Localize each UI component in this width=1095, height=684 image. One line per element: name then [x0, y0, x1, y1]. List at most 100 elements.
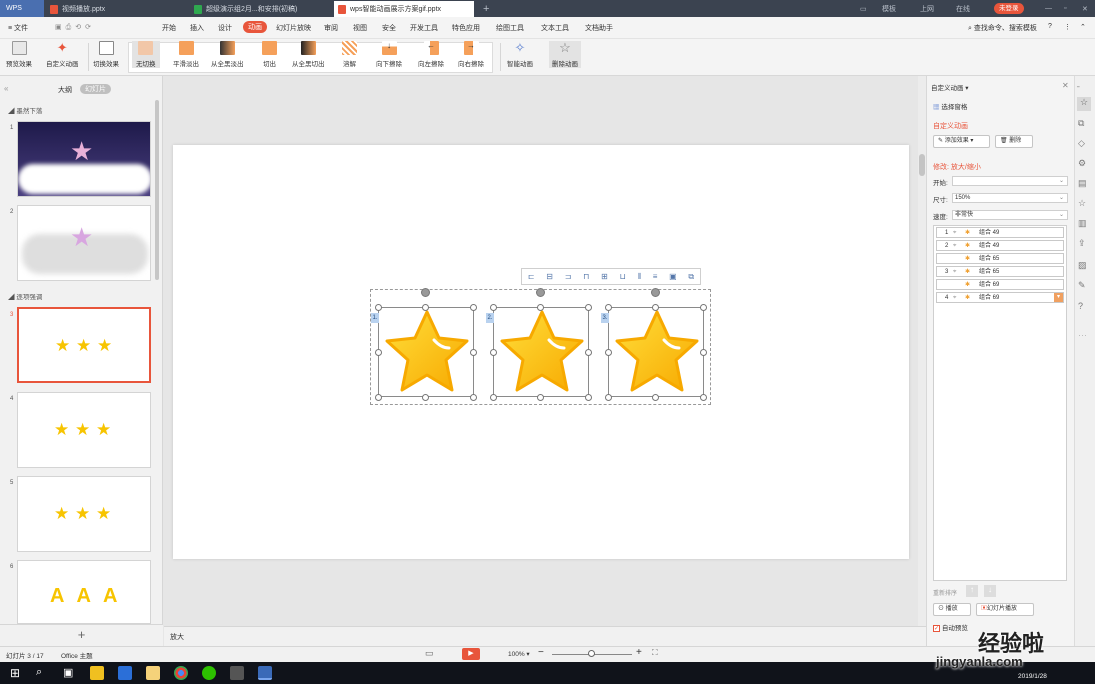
view-normal-icon[interactable]: ▭ — [425, 648, 434, 659]
copy-icon[interactable]: ⧉ — [1078, 118, 1084, 129]
menu-special[interactable]: 特色应用 — [452, 23, 480, 33]
picture-icon[interactable]: ▤ — [1078, 178, 1087, 189]
align-top-icon[interactable]: ⊓ — [583, 272, 589, 281]
distribute-h-icon[interactable]: ⫴ — [638, 272, 641, 282]
resize-handle[interactable] — [422, 394, 429, 401]
zoom-out-icon[interactable]: − — [538, 647, 544, 658]
star-shape-1[interactable] — [378, 307, 474, 397]
quick-access-icons[interactable]: ▣⎙⟲⟳ — [55, 23, 95, 32]
slide-thumbnail-5[interactable]: ★ ★ ★ — [17, 476, 151, 552]
thumbnail-scrollbar[interactable] — [155, 100, 159, 280]
resize-handle[interactable] — [585, 394, 592, 401]
more-align-icon[interactable]: ⧉ — [688, 272, 694, 282]
rotate-handle[interactable] — [421, 288, 430, 297]
resize-handle[interactable] — [490, 349, 497, 356]
align-middle-icon[interactable]: ⊞ — [601, 272, 608, 281]
resize-handle[interactable] — [605, 304, 612, 311]
wps-home-tab[interactable]: WPS — [0, 0, 44, 17]
resize-handle[interactable] — [470, 394, 477, 401]
resize-handle[interactable] — [490, 304, 497, 311]
resize-handle[interactable] — [375, 349, 382, 356]
login-button[interactable]: 未登录 — [994, 3, 1024, 14]
add-effect-button[interactable]: ✎ 添加效果 ▾ — [933, 135, 990, 148]
align-center-icon[interactable]: ⊟ — [546, 272, 553, 281]
delete-animation-button[interactable]: ☆ 删除动画 — [549, 41, 581, 68]
slide-thumbnail-1[interactable]: ★ — [17, 121, 151, 197]
animation-star-icon[interactable]: ☆ — [1077, 97, 1091, 111]
image-icon[interactable]: ▨ — [1078, 260, 1087, 271]
auto-preview-checkbox[interactable]: ✓ 自动预览 — [933, 622, 968, 632]
rotate-handle[interactable] — [651, 288, 660, 297]
more-icon[interactable]: ⋮ — [1064, 23, 1071, 31]
play-button[interactable]: ⊙ 播放 — [933, 603, 971, 616]
zoom-slider-thumb[interactable] — [588, 650, 595, 657]
menu-start[interactable]: 开始 — [162, 23, 176, 33]
star-shape-3[interactable] — [608, 307, 704, 397]
start-select[interactable]: ⌄ — [952, 176, 1068, 186]
star-outline-icon[interactable]: ☆ — [1078, 198, 1086, 209]
canvas-scrollbar[interactable] — [918, 76, 926, 626]
menu-review[interactable]: 审阅 — [324, 23, 338, 33]
custom-animation-button[interactable]: ✦ 自定义动画 — [46, 41, 79, 69]
menu-insert[interactable]: 插入 — [190, 23, 204, 33]
menu-devtools[interactable]: 开发工具 — [410, 23, 438, 33]
resize-handle[interactable] — [470, 349, 477, 356]
menu-view[interactable]: 视图 — [353, 23, 367, 33]
menu-design[interactable]: 设计 — [218, 23, 232, 33]
animation-list-item[interactable]: ✱ 组合 69 — [936, 279, 1064, 290]
chrome-icon[interactable] — [174, 666, 188, 680]
slides-tab[interactable]: 幻灯片 — [80, 84, 111, 94]
new-tab-icon[interactable]: + — [483, 0, 489, 17]
transition-effect-button[interactable]: 切换效果 — [93, 41, 119, 68]
shape-icon[interactable]: ◇ — [1078, 138, 1085, 149]
app-icon[interactable] — [118, 666, 132, 680]
transition-cut[interactable]: 切出 — [262, 41, 277, 68]
zoom-level[interactable]: 100% ▾ — [508, 650, 530, 658]
menu-slideshow[interactable]: 幻灯片放映 — [276, 23, 311, 33]
restore-icon[interactable]: ▫ — [1064, 0, 1066, 17]
collapse-panel-icon[interactable]: « — [4, 84, 8, 93]
group-icon[interactable]: ▣ — [669, 272, 677, 281]
section-header[interactable]: ◢ 墨然下落 — [8, 105, 42, 115]
delete-effect-button[interactable]: 🗑 删除 — [995, 135, 1033, 148]
online-link[interactable]: 在线 — [956, 0, 970, 17]
preview-button[interactable]: 预览效果 — [6, 41, 32, 68]
transition-fade-black[interactable]: 从全黑淡出 — [211, 41, 244, 68]
slide-thumbnail-2[interactable]: ★ — [17, 205, 151, 281]
sidebar-menu-icon[interactable]: ⁃ — [1076, 82, 1081, 93]
transition-wipe-down[interactable]: ↓ 向下擦除 — [376, 41, 402, 68]
section-header[interactable]: ◢ 逐项强调 — [8, 291, 42, 301]
animation-list-item[interactable]: 1 ⌖ ✱ 组合 49 — [936, 227, 1064, 238]
resize-handle[interactable] — [700, 394, 707, 401]
task-view-icon[interactable]: ▣ — [63, 666, 73, 679]
document-tab-3[interactable]: wps智能动画展示方案gif.pptx — [334, 1, 474, 17]
slide-thumbnail-4[interactable]: ★ ★ ★ — [17, 392, 151, 468]
resize-handle[interactable] — [375, 394, 382, 401]
rotate-handle[interactable] — [536, 288, 545, 297]
app-icon[interactable] — [90, 666, 104, 680]
zoom-in-icon[interactable]: + — [636, 647, 642, 658]
pane-title[interactable]: 自定义动画 ▾ — [931, 82, 969, 92]
help-circle-icon[interactable]: ? — [1078, 301, 1083, 311]
move-down-icon[interactable]: ↓ — [984, 585, 996, 597]
minimize-icon[interactable]: — — [1045, 0, 1052, 17]
document-tab-2[interactable]: 超级演示组2月...和安排(初稿) — [190, 1, 330, 17]
notes-pane[interactable]: 放大 — [164, 626, 926, 646]
web-link[interactable]: 上网 — [920, 0, 934, 17]
resize-handle[interactable] — [375, 304, 382, 311]
menu-animation[interactable]: 动画 — [243, 21, 267, 33]
resize-handle[interactable] — [585, 349, 592, 356]
transition-cut-black[interactable]: 从全黑切出 — [292, 41, 325, 68]
outline-tab[interactable]: 大纲 — [58, 85, 72, 95]
share-icon[interactable]: ⇪ — [1078, 238, 1086, 249]
align-bottom-icon[interactable]: ⊔ — [620, 272, 626, 281]
slide-thumbnail-3[interactable]: ★ ★ ★ — [17, 307, 151, 383]
add-slide-button[interactable]: + — [0, 624, 163, 646]
star-shape-2[interactable] — [493, 307, 589, 397]
file-explorer-icon[interactable] — [146, 666, 160, 680]
search-icon[interactable]: ⌕ — [36, 666, 42, 679]
settings-icon[interactable]: ⚙ — [1078, 158, 1086, 169]
animation-list-item[interactable]: 2 ⌖ ✱ 组合 49 — [936, 240, 1064, 251]
command-search[interactable]: ⌕ 查找命令、搜索模板 — [968, 23, 1037, 33]
align-left-icon[interactable]: ⊏ — [528, 272, 535, 281]
